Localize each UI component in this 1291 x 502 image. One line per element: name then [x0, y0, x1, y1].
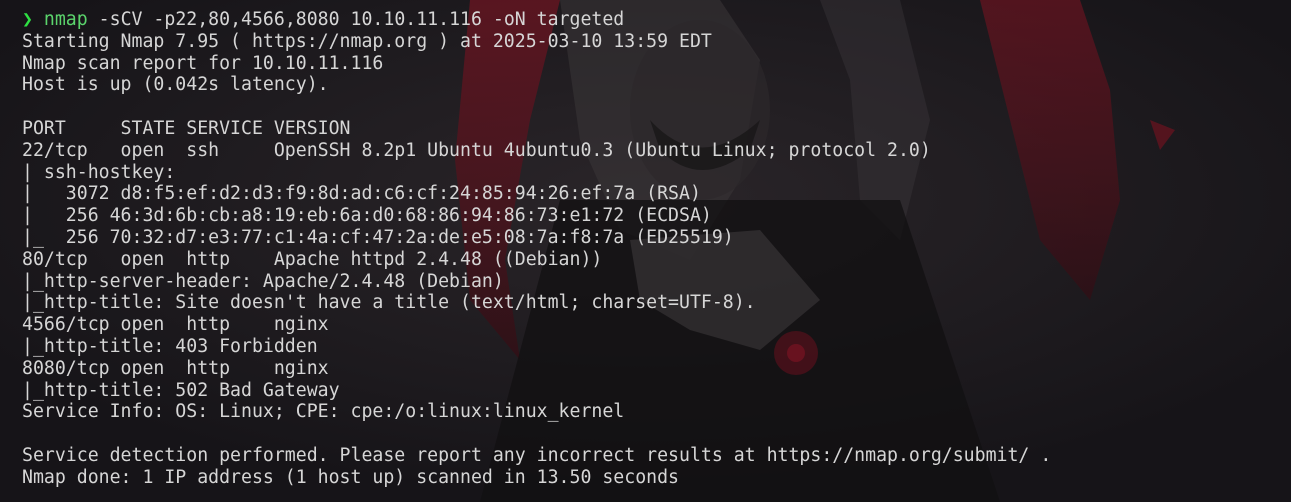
output-line: Nmap done: 1 IP address (1 host up) scan…: [22, 466, 679, 488]
prompt-arguments: -sCV -p22,80,4566,8080 10.10.11.116 -oN …: [98, 9, 625, 30]
output-line: 22/tcp open ssh OpenSSH 8.2p1 Ubuntu 4ub…: [22, 139, 931, 161]
prompt-line[interactable]: ❯ nmap -sCV -p22,80,4566,8080 10.10.11.1…: [22, 9, 1282, 31]
output-line: | 256 46:3d:6b:cb:a8:19:eb:6a:d0:68:86:9…: [22, 205, 712, 227]
output-line: |_http-title: 502 Bad Gateway: [22, 379, 340, 401]
output-line: 80/tcp open http Apache httpd 2.4.48 ((D…: [22, 248, 603, 270]
output-line: |_http-title: 403 Forbidden: [22, 335, 318, 357]
output-line: Host is up (0.042s latency).: [22, 74, 329, 96]
output-line: PORT STATE SERVICE VERSION: [22, 117, 351, 139]
output-line: 8080/tcp open http nginx: [22, 357, 329, 379]
output-line: |_http-title: Site doesn't have a title …: [22, 292, 756, 314]
output-line: Service Info: OS: Linux; CPE: cpe:/o:lin…: [22, 401, 625, 423]
output-line: | ssh-hostkey:: [22, 161, 176, 183]
prompt-arrow-icon: ❯: [22, 9, 33, 30]
output-line: Nmap scan report for 10.10.11.116: [22, 52, 384, 74]
output-line: | 3072 d8:f5:ef:d2:d3:f9:8d:ad:c6:cf:24:…: [22, 183, 701, 205]
output-line: Service detection performed. Please repo…: [22, 444, 1052, 466]
output-line: Starting Nmap 7.95 ( https://nmap.org ) …: [22, 30, 712, 52]
terminal-output: ❯ nmap -sCV -p22,80,4566,8080 10.10.11.1…: [22, 9, 1282, 489]
output-line: |_http-server-header: Apache/2.4.48 (Deb…: [22, 270, 504, 292]
output-line: 4566/tcp open http nginx: [22, 314, 329, 336]
prompt-command: nmap: [43, 9, 88, 30]
output-line: |_ 256 70:32:d7:e3:77:c1:4a:cf:47:2a:de:…: [22, 226, 734, 248]
